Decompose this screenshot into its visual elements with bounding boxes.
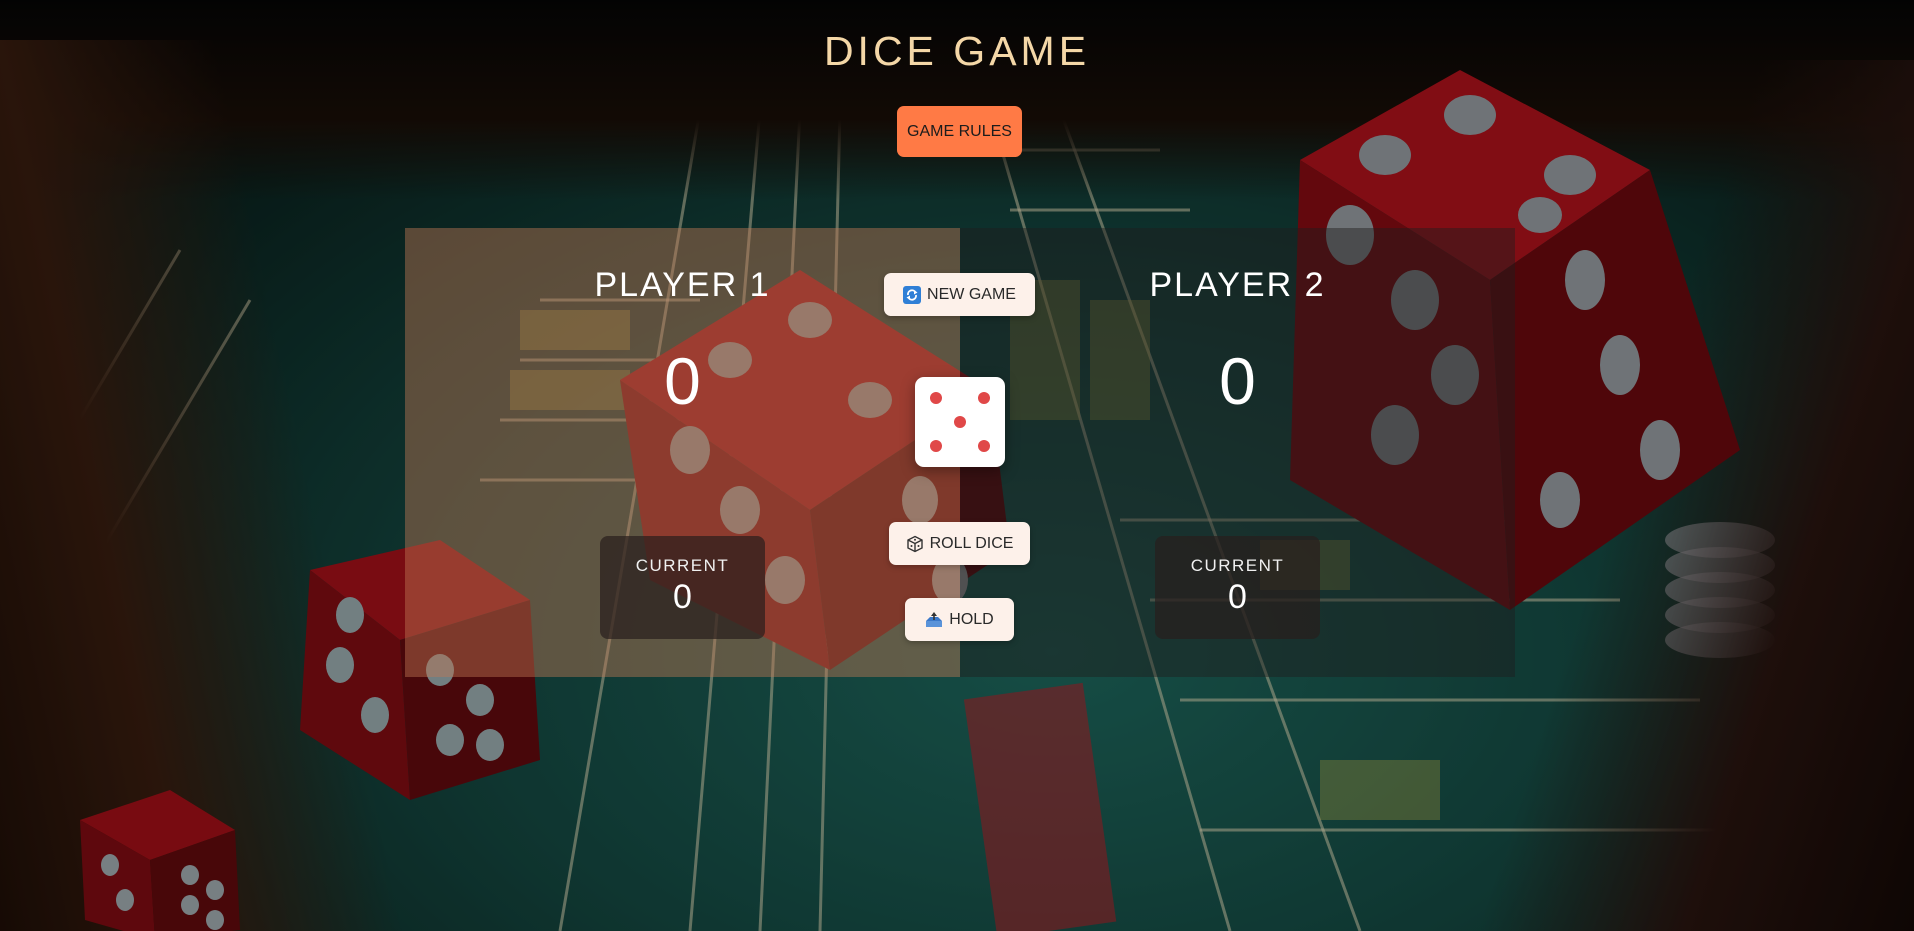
player-1-current-label: CURRENT: [635, 556, 730, 575]
player-2-panel: PLAYER 2 0 CURRENT 0: [960, 228, 1515, 677]
dice-cube-icon: [906, 535, 923, 552]
inbox-tray-icon: [926, 611, 943, 627]
player-2-current-label: CURRENT: [1190, 556, 1285, 575]
player-1-panel: PLAYER 1 0 CURRENT 0: [405, 228, 960, 677]
dice-face-five: [915, 377, 1005, 467]
player-2-current-score: 0: [1228, 578, 1247, 616]
player-2-name: PLAYER 2: [1149, 266, 1326, 304]
dice-pip: [954, 416, 966, 428]
new-game-button[interactable]: NEW GAME: [884, 273, 1035, 316]
new-game-label: NEW GAME: [927, 285, 1016, 303]
hold-label: HOLD: [949, 610, 994, 628]
page-title: DICE GAME: [823, 28, 1091, 74]
dice-pip: [978, 440, 990, 452]
roll-dice-label: ROLL DICE: [929, 534, 1014, 552]
player-1-total-score: 0: [664, 344, 701, 418]
dice-pip: [978, 392, 990, 404]
player-2-total-score: 0: [1219, 344, 1256, 418]
player-1-name: PLAYER 1: [594, 266, 771, 304]
player-2-current-box: CURRENT 0: [1155, 536, 1320, 639]
refresh-icon: [903, 285, 922, 304]
dice-pip: [930, 440, 942, 452]
roll-dice-button[interactable]: ROLL DICE: [889, 522, 1030, 565]
player-1-current-score: 0: [673, 578, 692, 616]
dice-pip: [930, 392, 942, 404]
game-rules-button[interactable]: GAME RULES: [897, 106, 1022, 157]
hold-button[interactable]: HOLD: [905, 598, 1014, 641]
player-1-current-box: CURRENT 0: [600, 536, 765, 639]
